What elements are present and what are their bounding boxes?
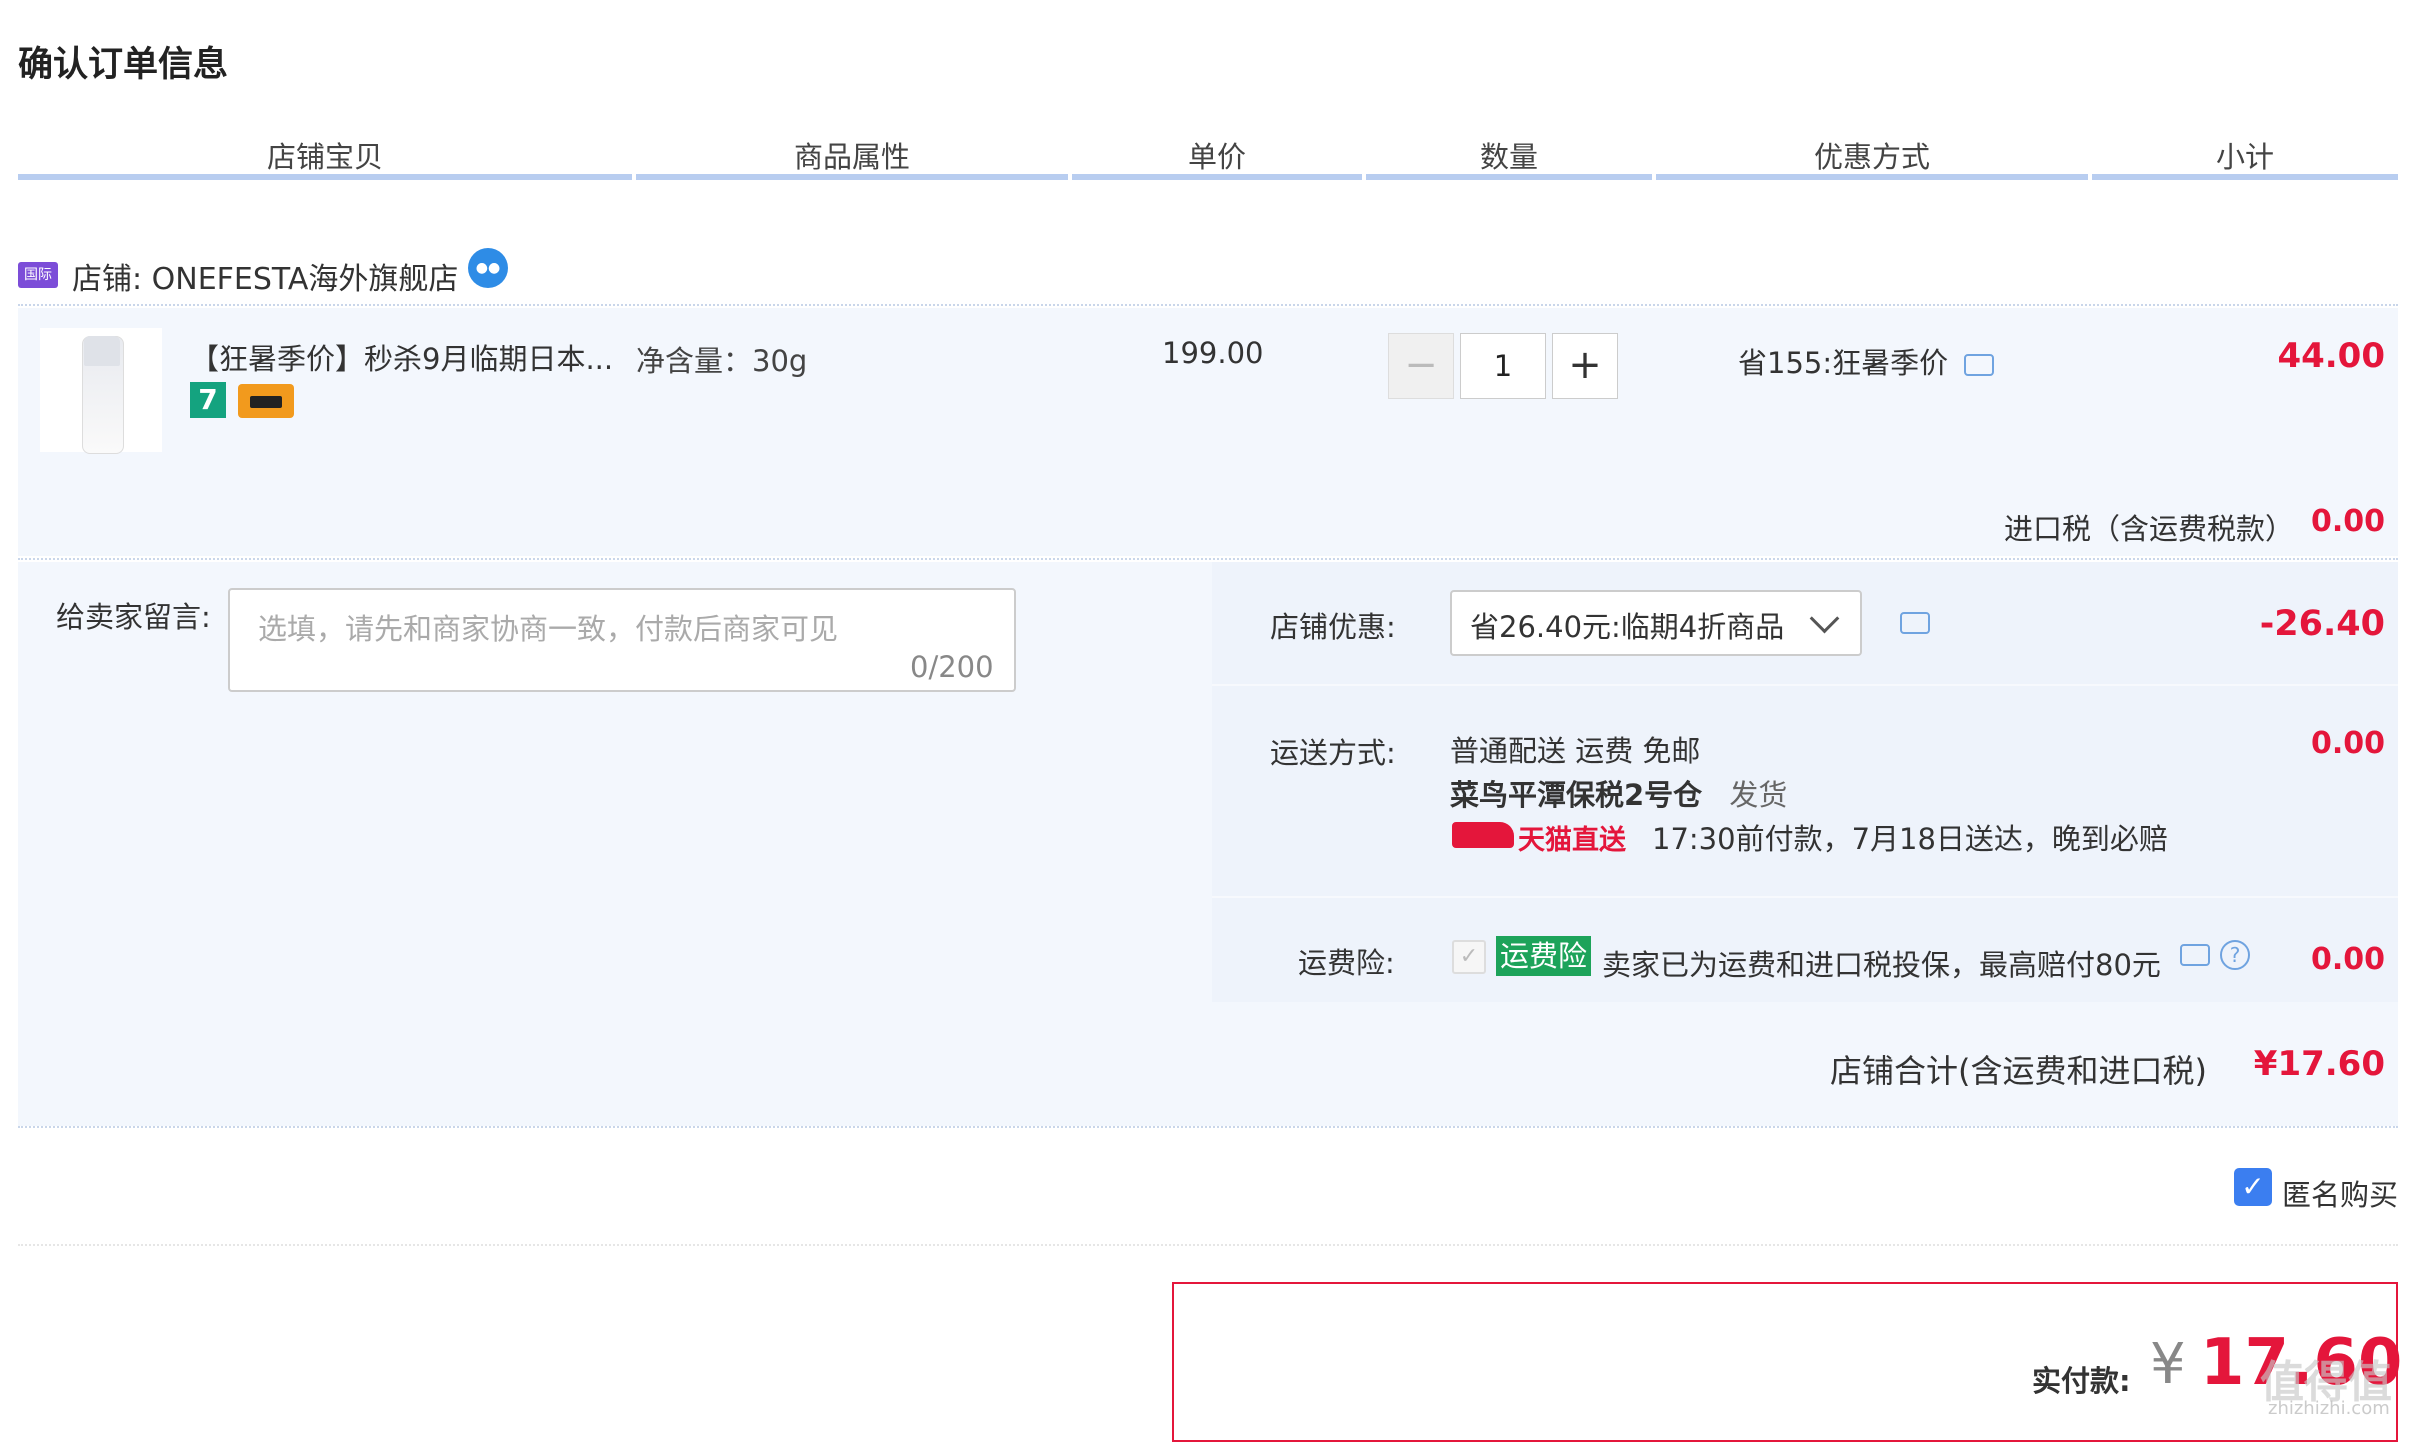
- wangwang-chat-icon[interactable]: ●●: [468, 248, 508, 288]
- help-icon[interactable]: ?: [2220, 940, 2250, 970]
- credit-card-stripe: [250, 396, 282, 408]
- unit-price: 199.00: [1162, 336, 1264, 370]
- message-label: 给卖家留言:: [56, 600, 211, 634]
- anonymous-label[interactable]: 匿名购买: [2282, 1172, 2398, 1214]
- product-bottle-cap: [84, 336, 120, 366]
- item-attribute: 净含量：30g: [636, 344, 808, 378]
- message-placeholder: 选填，请先和商家协商一致，付款后商家可见: [258, 612, 839, 646]
- quantity-increase-button[interactable]: +: [1552, 333, 1618, 399]
- insurance-label: 运费险:: [1298, 946, 1395, 980]
- comment-icon[interactable]: [1900, 612, 1930, 634]
- payment-currency: ¥: [2150, 1332, 2186, 1397]
- message-char-count: 0/200: [910, 650, 994, 684]
- column-header-quantity: 数量: [1479, 140, 1538, 174]
- payment-label: 实付款:: [2032, 1364, 2131, 1398]
- column-header-attributes: 商品属性: [793, 140, 910, 174]
- shipping-label: 运送方式:: [1270, 736, 1396, 770]
- dispatch-text: 发货: [1729, 778, 1788, 812]
- column-divider: [1656, 174, 2088, 180]
- insurance-badge: 运费险: [1496, 936, 1592, 976]
- column-header-unit-price: 单价: [1187, 140, 1246, 174]
- column-divider: [636, 174, 1068, 180]
- insurance-value: 0.00: [2310, 942, 2385, 977]
- seven-day-return-icon: 7: [190, 382, 226, 418]
- shipping-fee-value: 0.00: [2310, 726, 2385, 761]
- shop-discount-selected: 省26.40元:临期4折商品: [1470, 610, 1785, 644]
- column-header-subtotal: 小计: [2215, 140, 2274, 174]
- warehouse-name: 菜鸟平潭保税2号仓: [1450, 778, 1703, 812]
- divider: [18, 304, 2398, 306]
- column-divider: [1072, 174, 1362, 180]
- delivery-promise: 17:30前付款，7月18日送达，晚到必赔: [1652, 822, 2168, 856]
- item-subtotal: 44.00: [2277, 336, 2385, 376]
- shop-total-value: ¥17.60: [2253, 1044, 2385, 1084]
- column-divider: [1366, 174, 1652, 180]
- column-header-shop-item: 店铺宝贝: [266, 140, 383, 174]
- shop-name[interactable]: 店铺: ONEFESTA海外旗舰店: [72, 254, 458, 298]
- shop-discount-value: -26.40: [2259, 604, 2385, 644]
- quantity-decrease-button[interactable]: −: [1388, 333, 1454, 399]
- anonymous-checkbox[interactable]: ✓: [2234, 1168, 2272, 1206]
- item-title-link[interactable]: 【狂暑季价】秒杀9月临期日本...: [190, 336, 610, 378]
- comment-icon[interactable]: [1964, 354, 1994, 376]
- divider: [18, 558, 2398, 560]
- shop-discount-label: 店铺优惠:: [1270, 610, 1396, 644]
- divider: [1212, 684, 2398, 686]
- insurance-description: 卖家已为运费和进口税投保，最高赔付80元: [1602, 948, 2161, 982]
- column-divider: [18, 174, 632, 180]
- shipping-warehouse-line: 菜鸟平潭保税2号仓 发货: [1450, 772, 1787, 814]
- import-tax-value: 0.00: [2310, 504, 2385, 539]
- tmall-cat-icon: [1452, 822, 1514, 848]
- column-divider: [2092, 174, 2398, 180]
- watermark-url: zhizhizhi.com: [2268, 1398, 2390, 1419]
- shop-total-label: 店铺合计(含运费和进口税): [1830, 1052, 2207, 1090]
- item-promotion: 省155:狂暑季价: [1738, 346, 1949, 380]
- divider: [1212, 896, 2398, 898]
- column-header-discount: 优惠方式: [1813, 140, 1930, 174]
- tmall-global-icon: 国际: [18, 262, 58, 288]
- tmall-direct-label: 天猫直送: [1518, 825, 1626, 856]
- page-title: 确认订单信息: [18, 45, 229, 85]
- divider: [18, 1126, 2398, 1128]
- shipping-method: 普通配送 运费 免邮: [1450, 734, 1701, 768]
- comment-icon[interactable]: [2180, 944, 2210, 966]
- import-tax-label: 进口税（含运费税款）: [2004, 512, 2295, 546]
- insurance-checkbox: ✓: [1452, 940, 1486, 974]
- quantity-input[interactable]: 1: [1460, 333, 1546, 399]
- divider: [18, 1244, 2398, 1246]
